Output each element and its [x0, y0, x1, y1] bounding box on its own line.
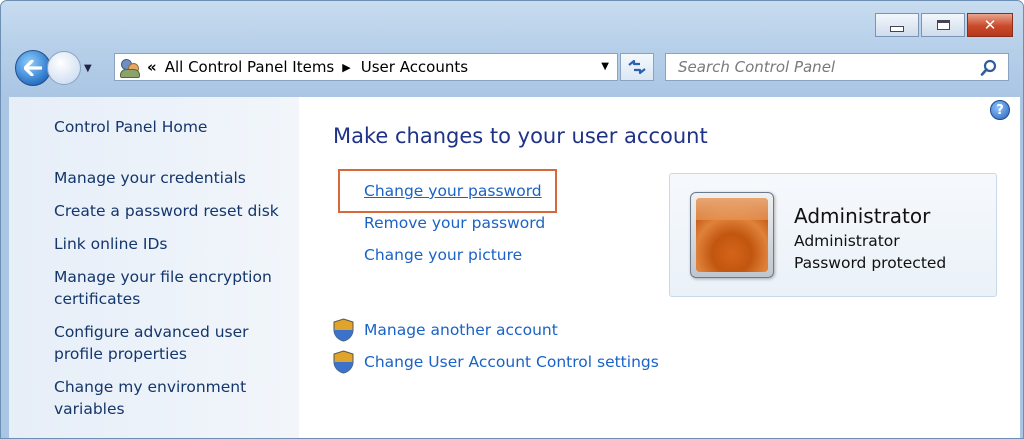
password-status: Password protected — [794, 254, 947, 272]
close-icon: ✕ — [983, 16, 997, 34]
manage-another-account-task[interactable]: Manage another account — [333, 318, 558, 342]
address-dropdown-icon[interactable]: ▼ — [601, 61, 609, 72]
control-panel-window: ✕ ▼ « All Control Panel Items ▶ User Acc… — [0, 0, 1024, 439]
refresh-button[interactable] — [620, 53, 654, 81]
forward-button[interactable] — [47, 51, 81, 85]
task-pane: Control Panel Home Manage your credentia… — [9, 97, 299, 438]
minimize-icon — [890, 26, 904, 32]
sidebar-item-file-encryption-certificates[interactable]: Manage your file encryption certificates — [54, 266, 289, 310]
sidebar-item-manage-credentials[interactable]: Manage your credentials — [54, 167, 289, 189]
close-button[interactable]: ✕ — [967, 13, 1013, 37]
page-title: Make changes to your user account — [333, 124, 708, 148]
manage-another-account-link[interactable]: Manage another account — [364, 321, 558, 339]
uac-settings-task[interactable]: Change User Account Control settings — [333, 350, 659, 374]
main-content: ? Make changes to your user account Chan… — [299, 97, 1020, 438]
sidebar-item-control-panel-home[interactable]: Control Panel Home — [54, 116, 289, 138]
breadcrumb-all-control-panel-items[interactable]: All Control Panel Items — [165, 58, 335, 76]
avatar — [690, 192, 774, 278]
breadcrumb-user-accounts[interactable]: User Accounts — [361, 58, 468, 76]
uac-shield-icon — [333, 318, 354, 342]
minimize-button[interactable] — [875, 13, 919, 37]
remove-password-link[interactable]: Remove your password — [364, 214, 545, 232]
caption-buttons: ✕ — [875, 13, 1013, 37]
navigation-buttons: ▼ — [15, 50, 92, 86]
breadcrumb-overflow-chevron[interactable]: « — [147, 58, 157, 76]
change-password-link[interactable]: Change your password — [364, 182, 542, 200]
sidebar-item-link-online-ids[interactable]: Link online IDs — [54, 233, 289, 255]
refresh-icon — [628, 59, 646, 75]
user-account-card: Administrator Administrator Password pro… — [669, 173, 997, 297]
back-button[interactable] — [15, 50, 51, 86]
maximize-icon — [936, 20, 950, 30]
breadcrumb-arrow-icon[interactable]: ▶ — [342, 61, 350, 74]
sidebar-item-password-reset-disk[interactable]: Create a password reset disk — [54, 200, 289, 222]
uac-settings-link[interactable]: Change User Account Control settings — [364, 353, 659, 371]
user-name: Administrator — [794, 204, 931, 228]
back-arrow-icon — [24, 60, 42, 76]
user-accounts-icon — [119, 57, 141, 78]
help-button[interactable]: ? — [990, 100, 1010, 120]
maximize-button[interactable] — [921, 13, 965, 37]
sidebar-item-advanced-user-profile[interactable]: Configure advanced user profile properti… — [54, 321, 289, 365]
search-icon[interactable] — [980, 59, 998, 77]
recent-pages-dropdown-icon[interactable]: ▼ — [84, 63, 92, 74]
search-box — [665, 53, 1009, 81]
search-input[interactable] — [676, 57, 970, 77]
uac-shield-icon — [333, 350, 354, 374]
change-picture-link[interactable]: Change your picture — [364, 246, 522, 264]
user-role: Administrator — [794, 232, 900, 250]
address-bar[interactable]: « All Control Panel Items ▶ User Account… — [114, 53, 618, 81]
sidebar-item-environment-variables[interactable]: Change my environment variables — [54, 376, 289, 420]
flower-picture-icon — [696, 198, 768, 272]
